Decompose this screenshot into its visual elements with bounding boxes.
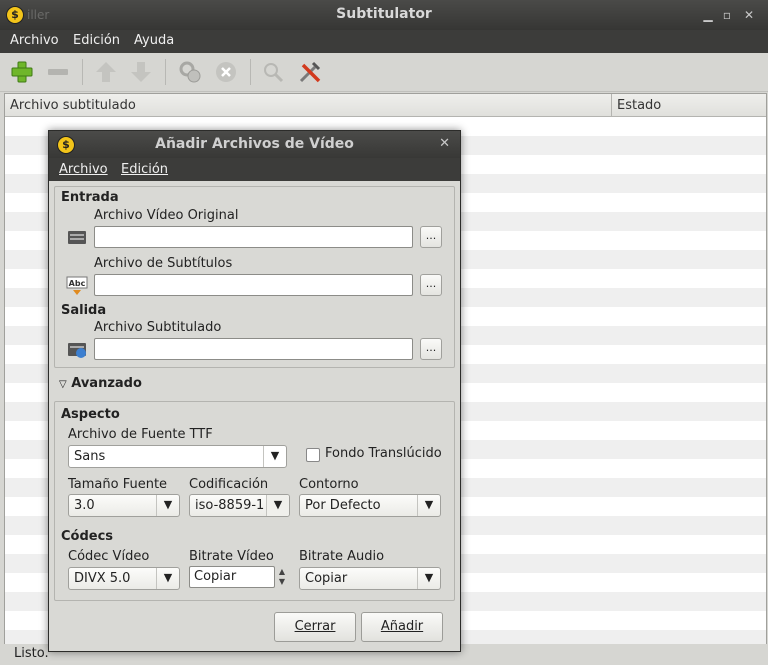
dialog-title: Añadir Archivos de Vídeo [155, 136, 354, 152]
video-bitrate-label: Bitrate Vídeo [189, 549, 274, 564]
audio-bitrate-value: Copiar [305, 571, 348, 586]
toolbar-separator [165, 59, 166, 85]
add-video-dialog: $ Añadir Archivos de Vídeo ✕ Archivo Edi… [48, 130, 461, 652]
codecs-header: Códecs [61, 529, 114, 544]
tools-icon[interactable] [297, 59, 323, 85]
video-original-label: Archivo Vídeo Original [94, 208, 239, 223]
add-icon[interactable] [9, 59, 35, 85]
status-text: Listo. [14, 646, 49, 661]
toolbar-separator [250, 59, 251, 85]
window-title: Subtitulator [336, 6, 432, 22]
add-button[interactable]: Añadir [361, 612, 443, 642]
dialog-titlebar: $ Añadir Archivos de Vídeo ✕ [49, 131, 460, 158]
encoding-combo[interactable]: iso-8859-1 ▼ [189, 494, 290, 517]
film-icon [68, 231, 86, 244]
move-up-icon[interactable] [93, 59, 119, 85]
font-file-label: Archivo de Fuente TTF [68, 427, 213, 442]
close-button-label: Cerrar [294, 619, 336, 634]
output-input[interactable] [94, 338, 413, 360]
avanzado-label: Avanzado [71, 376, 142, 391]
font-size-label: Tamaño Fuente [68, 477, 168, 492]
font-size-value: 3.0 [74, 498, 95, 513]
outline-combo[interactable]: Por Defecto ▼ [299, 494, 441, 517]
output-label: Archivo Subtitulado [94, 320, 222, 335]
chevron-down-icon: ▼ [263, 446, 286, 467]
browse-output-button[interactable]: ... [420, 338, 442, 360]
stop-icon[interactable] [213, 59, 239, 85]
video-codec-combo[interactable]: DIVX 5.0 ▼ [68, 567, 180, 590]
remove-icon[interactable] [45, 59, 71, 85]
chevron-down-icon: ▼ [417, 568, 440, 589]
menu-ayuda[interactable]: Ayuda [134, 33, 174, 48]
close-window-icon[interactable]: ✕ [741, 7, 757, 23]
subtitle-file-icon: Abc [66, 276, 88, 295]
move-down-icon[interactable] [128, 59, 154, 85]
dialog-close-icon[interactable]: ✕ [439, 136, 450, 151]
video-codec-label: Códec Vídeo [68, 549, 150, 564]
aspecto-header: Aspecto [61, 407, 120, 422]
outline-value: Por Defecto [305, 498, 381, 513]
close-button[interactable]: Cerrar [274, 612, 356, 642]
audio-bitrate-combo[interactable]: Copiar ▼ [299, 567, 441, 590]
main-titlebar: $ iller Subtitulator ▁ ▫ ✕ [0, 0, 768, 30]
encoding-value: iso-8859-1 [195, 498, 265, 513]
menu-edicion[interactable]: Edición [73, 33, 120, 48]
font-file-combo[interactable]: Sans ▼ [68, 445, 287, 468]
chevron-down-icon: ▼ [156, 568, 179, 589]
avanzado-expander[interactable]: ▽ Avanzado [59, 376, 142, 391]
font-size-combo[interactable]: 3.0 ▼ [68, 494, 180, 517]
video-original-input[interactable] [94, 226, 413, 248]
entrada-header: Entrada [61, 190, 119, 205]
video-codec-value: DIVX 5.0 [74, 571, 131, 586]
menu-archivo[interactable]: Archivo [10, 33, 59, 48]
outline-label: Contorno [299, 477, 359, 492]
chevron-down-icon: ▼ [266, 495, 289, 516]
encoding-label: Codificación [189, 477, 269, 492]
spinner-arrows-icon[interactable]: ▲ ▼ [277, 567, 287, 589]
salida-header: Salida [61, 303, 107, 318]
column-header-file[interactable]: Archivo subtitulado [5, 94, 612, 117]
process-icon[interactable] [177, 59, 203, 85]
chevron-down-icon: ▼ [417, 495, 440, 516]
browse-subtitles-button[interactable]: ... [420, 274, 442, 296]
main-toolbar [0, 53, 768, 92]
chevron-down-icon: ▼ [156, 495, 179, 516]
column-header-state[interactable]: Estado [612, 94, 766, 117]
film-output-icon [68, 343, 86, 358]
subtitles-label: Archivo de Subtítulos [94, 256, 233, 271]
svg-text:Abc: Abc [69, 279, 86, 288]
video-bitrate-input[interactable]: Copiar [189, 566, 275, 588]
maximize-icon[interactable]: ▫ [719, 7, 735, 23]
toolbar-separator [82, 59, 83, 85]
font-file-value: Sans [74, 449, 106, 464]
dialog-menu-archivo[interactable]: Archivo [59, 162, 108, 177]
dialog-menubar: Archivo Edición [49, 158, 460, 181]
minimize-icon[interactable]: ▁ [700, 7, 716, 23]
translucent-checkbox[interactable] [306, 448, 320, 462]
subtitles-input[interactable] [94, 274, 413, 296]
translucent-label: Fondo Translúcido [325, 446, 442, 461]
audio-bitrate-label: Bitrate Audio [299, 549, 385, 564]
search-icon[interactable] [260, 59, 286, 85]
dialog-menu-edicion[interactable]: Edición [121, 162, 168, 177]
add-button-label: Añadir [380, 619, 424, 634]
browse-video-button[interactable]: ... [420, 226, 442, 248]
expander-arrow-icon: ▽ [59, 379, 67, 390]
main-menubar: Archivo Edición Ayuda [0, 30, 768, 53]
